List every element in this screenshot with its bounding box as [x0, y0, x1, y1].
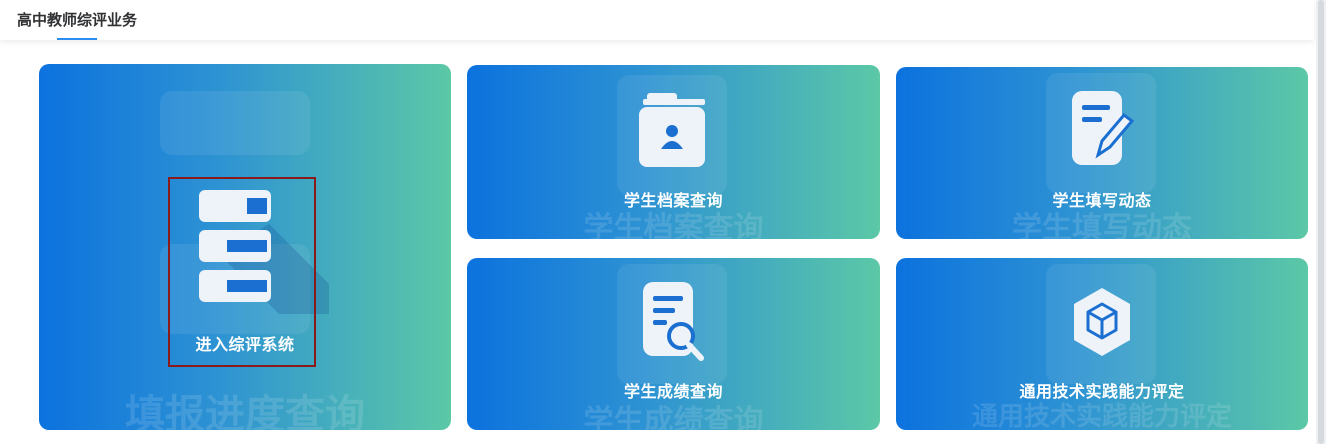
card-label: 学生填写动态 — [1052, 191, 1152, 210]
card-label: 学生成绩查询 — [623, 382, 723, 401]
ghost-decoration — [160, 91, 310, 155]
card-label: 通用技术实践能力评定 — [1019, 382, 1185, 401]
cube-hexagon-icon — [1074, 288, 1130, 356]
grade-query-card[interactable]: 学生成绩查询 学生成绩查询 — [467, 258, 880, 430]
fill-status-card[interactable]: 学生填写动态 学生填写动态 — [896, 67, 1308, 239]
scrollbar-thumb[interactable] — [1318, 0, 1324, 444]
selection-highlight — [168, 177, 316, 367]
student-folder-icon — [639, 93, 705, 167]
tech-practice-card[interactable]: 通用技术实践能力评定 通用技术实践能力评定 — [896, 258, 1308, 430]
search-document-icon — [643, 282, 704, 361]
card-label: 学生档案查询 — [623, 191, 723, 210]
active-tab-indicator — [57, 38, 97, 40]
tab-title[interactable]: 高中教师综评业务 — [17, 9, 137, 30]
edit-document-icon — [1072, 91, 1135, 165]
card-watermark: 填报进度查询 — [125, 392, 365, 430]
archive-query-card[interactable]: 学生档案查询 学生档案查询 — [467, 65, 880, 239]
top-tab-bar: 高中教师综评业务 — [0, 0, 1314, 40]
